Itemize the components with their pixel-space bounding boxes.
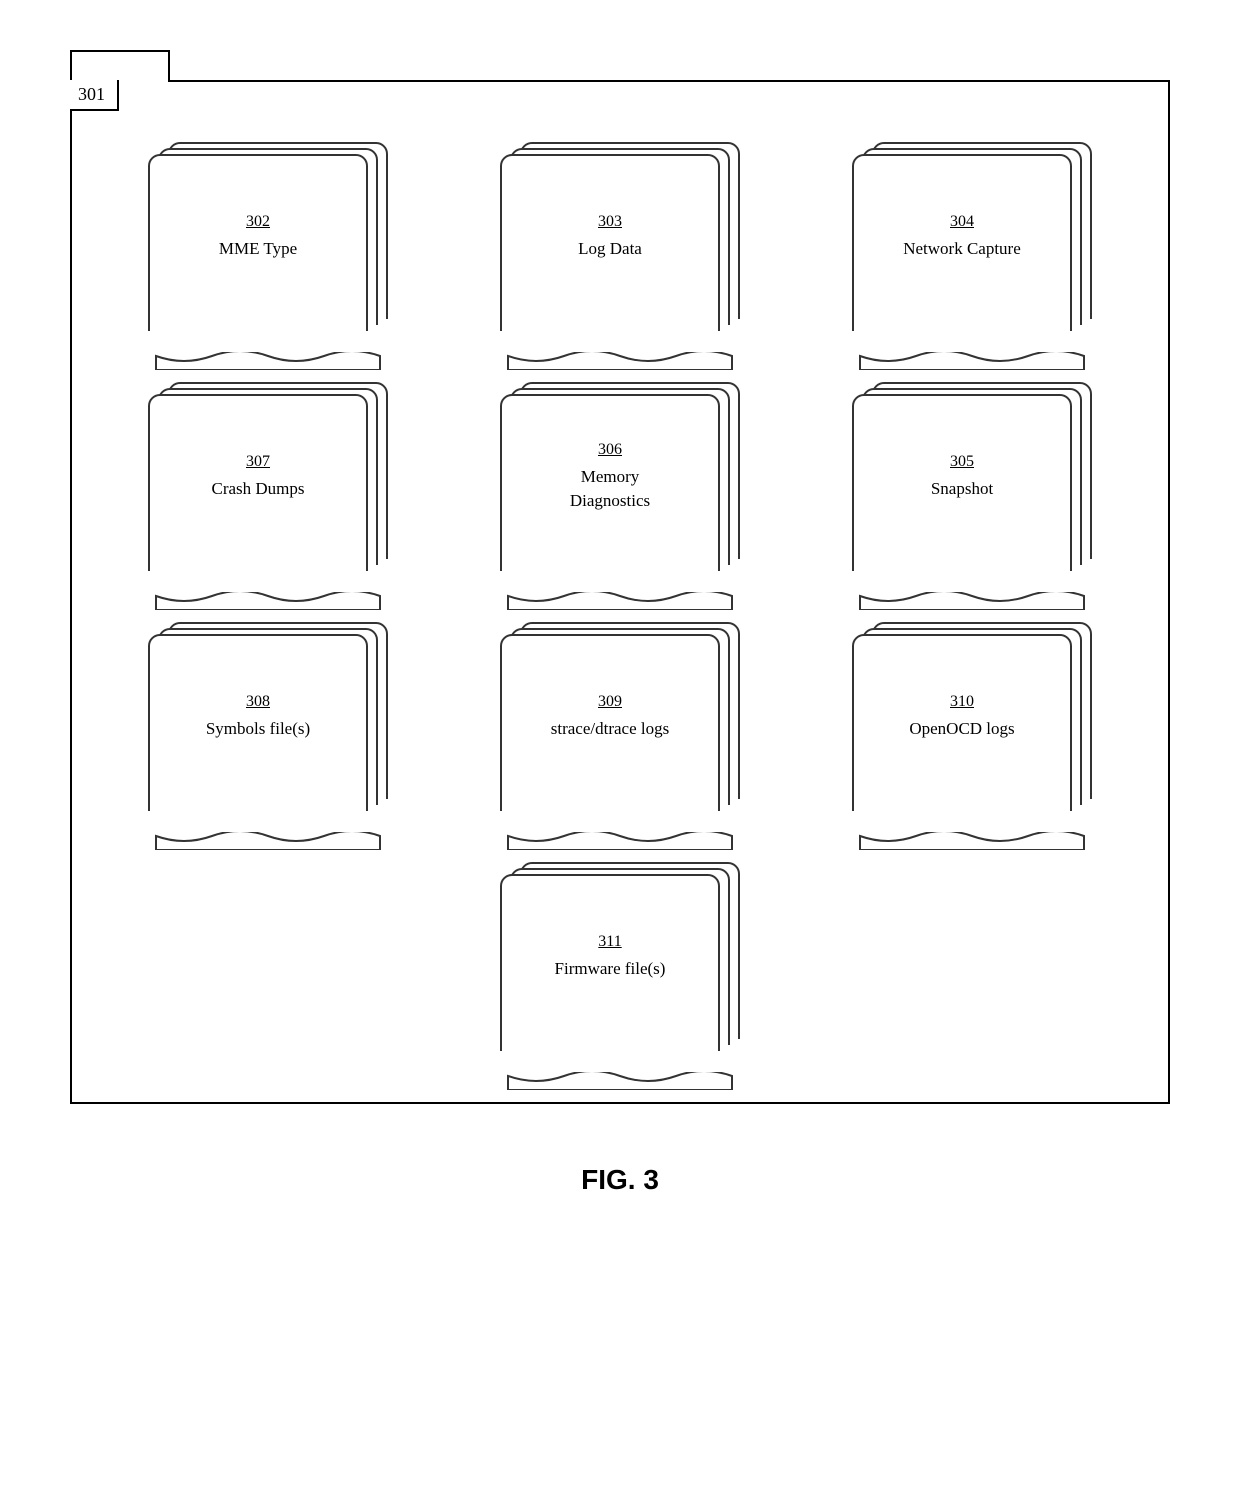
card-309-number: 309 bbox=[598, 693, 622, 711]
card-303: 303 Log Data bbox=[500, 142, 740, 342]
card-303-title: Log Data bbox=[578, 237, 642, 261]
diagram-container: 301 302 MME Type 303 Log Data bbox=[70, 80, 1170, 1104]
diagram-id: 301 bbox=[70, 80, 119, 111]
last-row: 311 Firmware file(s) bbox=[112, 862, 1128, 1062]
card-310: 310 OpenOCD logs bbox=[852, 622, 1092, 822]
card-306: 306 MemoryDiagnostics bbox=[500, 382, 740, 582]
wave-303 bbox=[498, 352, 742, 370]
tab-notch bbox=[70, 50, 170, 82]
card-309-title: strace/dtrace logs bbox=[551, 717, 669, 741]
card-307-title: Crash Dumps bbox=[211, 477, 304, 501]
card-307: 307 Crash Dumps bbox=[148, 382, 388, 582]
wave-309 bbox=[498, 832, 742, 850]
card-308: 308 Symbols file(s) bbox=[148, 622, 388, 822]
card-304-number: 304 bbox=[950, 213, 974, 231]
wave-304 bbox=[850, 352, 1094, 370]
card-grid: 302 MME Type 303 Log Data bbox=[112, 142, 1128, 822]
wave-311 bbox=[498, 1072, 742, 1090]
wave-302 bbox=[146, 352, 390, 370]
card-308-title: Symbols file(s) bbox=[206, 717, 310, 741]
wave-307 bbox=[146, 592, 390, 610]
card-310-title: OpenOCD logs bbox=[909, 717, 1014, 741]
card-304: 304 Network Capture bbox=[852, 142, 1092, 342]
wave-308 bbox=[146, 832, 390, 850]
card-311-number: 311 bbox=[598, 933, 621, 951]
wave-306 bbox=[498, 592, 742, 610]
card-307-number: 307 bbox=[246, 453, 270, 471]
card-311: 311 Firmware file(s) bbox=[500, 862, 740, 1062]
card-302-number: 302 bbox=[246, 213, 270, 231]
card-311-title: Firmware file(s) bbox=[555, 957, 666, 981]
wave-305 bbox=[850, 592, 1094, 610]
card-306-number: 306 bbox=[598, 441, 622, 459]
card-304-title: Network Capture bbox=[903, 237, 1021, 261]
card-309: 309 strace/dtrace logs bbox=[500, 622, 740, 822]
card-305: 305 Snapshot bbox=[852, 382, 1092, 582]
card-305-title: Snapshot bbox=[931, 477, 993, 501]
card-302: 302 MME Type bbox=[148, 142, 388, 342]
figure-caption: FIG. 3 bbox=[581, 1164, 659, 1196]
card-302-title: MME Type bbox=[219, 237, 297, 261]
card-303-number: 303 bbox=[598, 213, 622, 231]
card-310-number: 310 bbox=[950, 693, 974, 711]
card-306-title: MemoryDiagnostics bbox=[570, 465, 650, 513]
wave-310 bbox=[850, 832, 1094, 850]
card-305-number: 305 bbox=[950, 453, 974, 471]
card-308-number: 308 bbox=[246, 693, 270, 711]
